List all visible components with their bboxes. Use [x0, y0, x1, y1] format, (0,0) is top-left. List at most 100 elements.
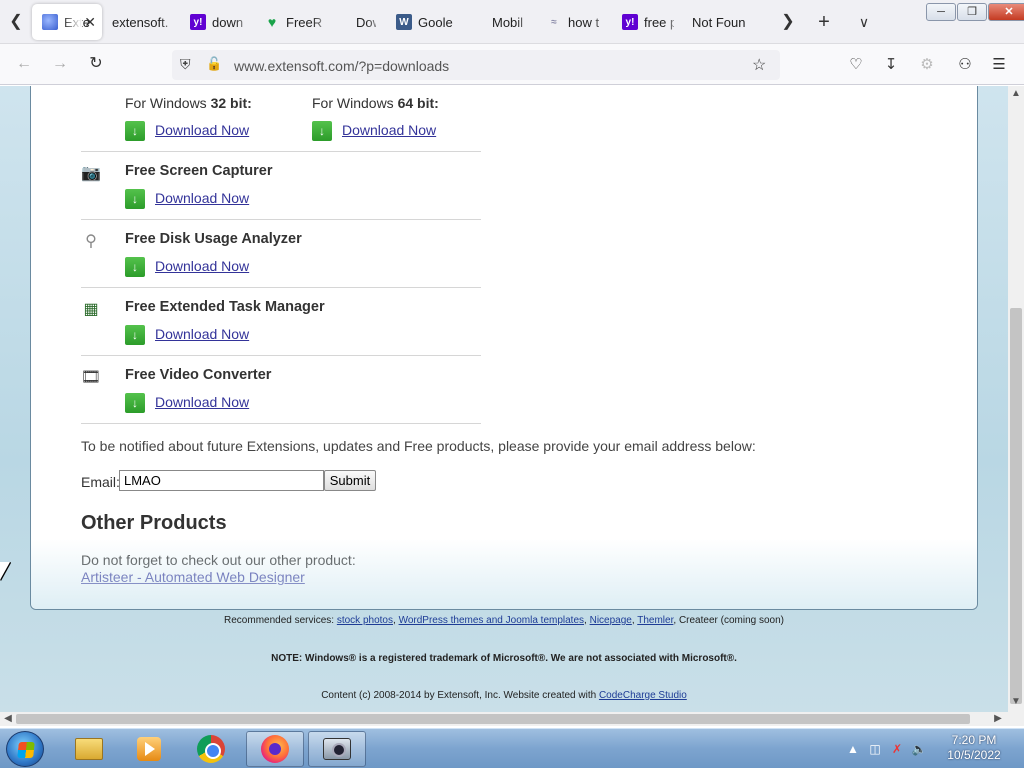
show-hidden-icons-icon[interactable]: ▲: [842, 738, 864, 760]
wordpress-themes-link[interactable]: WordPress themes and Joomla templates: [399, 615, 584, 626]
taskbar-firefox[interactable]: [246, 731, 304, 767]
footer-copyright: Content (c) 2008-2014 by Extensoft, Inc.…: [321, 690, 687, 701]
yahoo-icon: y!: [622, 14, 638, 30]
scroll-up-icon[interactable]: ▲: [1008, 86, 1024, 102]
scroll-right-icon[interactable]: ▶: [990, 712, 1006, 726]
notify-text: To be notified about future Extensions, …: [81, 438, 756, 454]
download-arrow-icon[interactable]: ↓: [125, 325, 145, 345]
stock-photos-link[interactable]: stock photos: [337, 615, 393, 626]
tab-2[interactable]: y! down: [180, 4, 254, 40]
tab-list: Exte ✕ extensoft. y! down ♥ FreeR Down W…: [32, 4, 764, 40]
extension-icon[interactable]: ⚙: [916, 54, 938, 76]
tab-label: Goole: [418, 14, 453, 30]
start-button[interactable]: [6, 731, 44, 767]
download-win32-link[interactable]: Download Now: [155, 122, 249, 138]
bookmark-star-icon[interactable]: ☆: [752, 55, 766, 75]
downloads-icon[interactable]: ↧: [880, 54, 902, 76]
disk-icon: ⚲: [85, 233, 97, 250]
new-tab-button[interactable]: +: [812, 10, 836, 34]
other-products-text: Do not forget to check out our other pro…: [81, 552, 356, 568]
footer-note: NOTE: Windows® is a registered trademark…: [271, 653, 737, 664]
product-title: Free Disk Usage Analyzer: [125, 231, 302, 247]
row-divider: [81, 287, 481, 288]
product-title: Free Extended Task Manager: [125, 299, 325, 315]
taskbar-explorer[interactable]: [60, 731, 118, 767]
reload-button[interactable]: ↻: [84, 52, 108, 76]
row-divider: [81, 219, 481, 220]
volume-icon[interactable]: 🔈: [908, 738, 930, 760]
row-divider: [81, 151, 481, 152]
content-panel: ● For Windows 32 bit: For Windows 64 bit…: [30, 86, 978, 610]
list-all-tabs-button[interactable]: ∨: [852, 10, 876, 34]
footer-recommended: Recommended services: stock photos, Word…: [224, 615, 784, 626]
scroll-down-icon[interactable]: ▼: [1008, 694, 1024, 710]
codecharge-link[interactable]: CodeCharge Studio: [599, 690, 687, 701]
system-clock[interactable]: 7:20 PM 10/5/2022: [938, 733, 1010, 763]
tab-6[interactable]: Mobil: [478, 4, 536, 40]
back-button[interactable]: ←: [12, 52, 36, 76]
tab-5[interactable]: W Goole: [386, 4, 478, 40]
tab-scroll-right-button[interactable]: ❯: [778, 10, 798, 34]
product-title: Free Video Converter: [125, 367, 272, 383]
download-arrow-icon[interactable]: ↓: [125, 189, 145, 209]
minimize-button[interactable]: ─: [926, 3, 956, 21]
restore-button[interactable]: ❐: [957, 3, 987, 21]
tab-7[interactable]: ≈ how t: [536, 4, 612, 40]
download-arrow-icon[interactable]: ↓: [125, 257, 145, 277]
taskbar-screen-capturer[interactable]: [308, 731, 366, 767]
video-icon: 🎞: [80, 369, 102, 386]
lock-icon[interactable]: 🔓: [206, 56, 222, 72]
vertical-scrollbar[interactable]: ▲ ▼: [1008, 86, 1024, 712]
submit-button[interactable]: Submit: [324, 470, 376, 491]
vertical-scroll-thumb[interactable]: [1010, 308, 1022, 704]
download-arrow-icon[interactable]: ↓: [125, 121, 145, 141]
other-products-heading: Other Products: [81, 512, 227, 534]
email-input[interactable]: [119, 470, 324, 491]
tab-0[interactable]: Exte ✕: [32, 4, 102, 40]
page-viewport: ● For Windows 32 bit: For Windows 64 bit…: [0, 86, 1008, 712]
close-window-button[interactable]: ✕: [988, 3, 1024, 21]
tab-scroll-left-button[interactable]: ❮: [4, 10, 28, 34]
clock-time: 7:20 PM: [951, 733, 997, 747]
nicepage-link[interactable]: Nicepage: [590, 615, 632, 626]
task-manager-icon: ▦: [83, 301, 99, 318]
download-screen-capturer-link[interactable]: Download Now: [155, 190, 249, 206]
navigation-toolbar: ← → ↻ ⛨ 🔓 www.extensoft.com/?p=downloads…: [0, 44, 1024, 85]
close-tab-icon[interactable]: ✕: [84, 14, 96, 31]
tab-9[interactable]: Not Foun: [684, 4, 764, 40]
yahoo-icon: y!: [190, 14, 206, 30]
themler-link[interactable]: Themler: [637, 615, 673, 626]
scroll-left-icon[interactable]: ◀: [0, 712, 16, 726]
win64-label: For Windows 64 bit:: [312, 95, 439, 111]
forward-button[interactable]: →: [48, 52, 72, 76]
shield-icon[interactable]: ⛨: [180, 56, 191, 73]
scrollbar-corner: [1008, 712, 1024, 726]
tab-label: Not Foun: [692, 14, 746, 30]
clock-date: 10/5/2022: [947, 748, 1001, 762]
account-icon[interactable]: ⚇: [954, 54, 976, 76]
horizontal-scroll-thumb[interactable]: [16, 714, 970, 724]
camera-icon: [323, 738, 351, 760]
download-win64-link[interactable]: Download Now: [342, 122, 436, 138]
tab-1[interactable]: extensoft.: [102, 4, 180, 40]
menu-icon[interactable]: ☰: [988, 54, 1010, 76]
folder-icon: [75, 738, 103, 760]
network-icon[interactable]: ◫: [864, 738, 886, 760]
tab-4[interactable]: Down: [332, 4, 386, 40]
download-arrow-icon[interactable]: ↓: [312, 121, 332, 141]
address-bar[interactable]: ⛨ 🔓 www.extensoft.com/?p=downloads ☆: [172, 50, 780, 80]
pocket-icon[interactable]: ♡: [845, 54, 867, 76]
horizontal-scrollbar[interactable]: ◀ ▶: [0, 712, 1008, 726]
tab-3[interactable]: ♥ FreeR: [254, 4, 332, 40]
wordpress-icon: W: [396, 14, 412, 30]
download-task-manager-link[interactable]: Download Now: [155, 326, 249, 342]
taskbar-media-player[interactable]: [120, 731, 178, 767]
artisteer-link[interactable]: Artisteer - Automated Web Designer: [81, 569, 305, 585]
taskbar-chrome[interactable]: [182, 731, 240, 767]
action-center-icon[interactable]: ✗: [886, 738, 908, 760]
download-disk-analyzer-link[interactable]: Download Now: [155, 258, 249, 274]
tab-8[interactable]: y! free p: [612, 4, 684, 40]
url-text[interactable]: www.extensoft.com/?p=downloads: [234, 58, 449, 74]
download-arrow-icon[interactable]: ↓: [125, 393, 145, 413]
download-video-converter-link[interactable]: Download Now: [155, 394, 249, 410]
